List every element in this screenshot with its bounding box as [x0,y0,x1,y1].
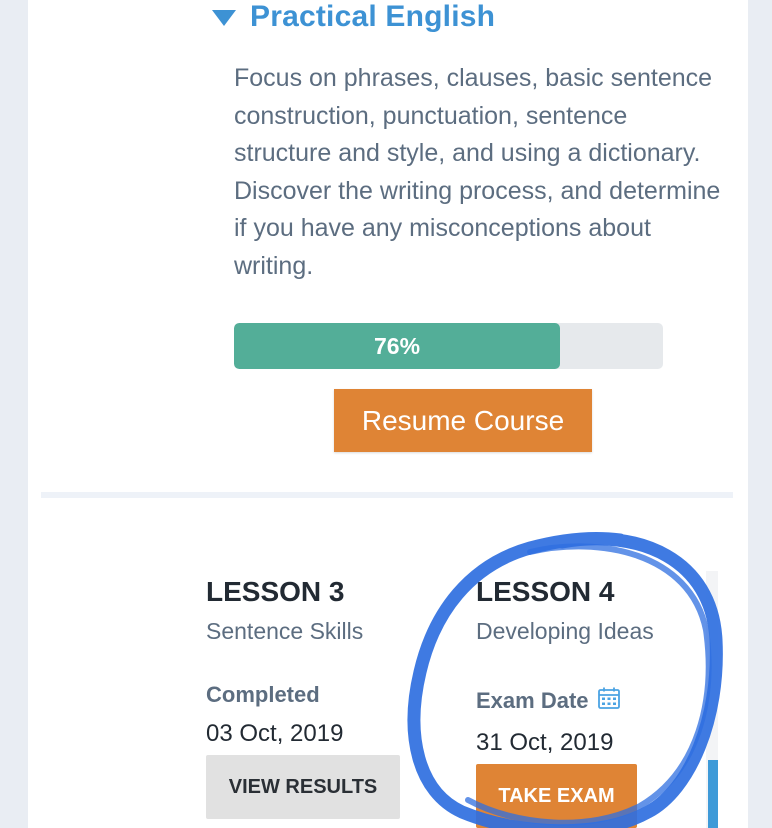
section-divider [41,492,733,498]
lesson-subtitle: Sentence Skills [206,618,364,644]
lesson-card-4: LESSON 4 Developing Ideas Exam Date 31 O… [476,572,654,756]
exam-date-row: Exam Date [476,686,621,716]
caret-down-icon[interactable] [212,10,236,26]
lesson-title: LESSON 3 [206,576,345,607]
completed-label: Completed [206,682,320,707]
course-card: Practical English Focus on phrases, clau… [28,0,748,828]
exam-date-label: Exam Date [476,688,589,713]
progress-fill: 76% [234,323,561,369]
next-lesson-card-accent [708,760,718,828]
view-results-button[interactable]: VIEW RESULTS [206,755,400,819]
lesson-card-3: LESSON 3 Sentence Skills Completed 03 Oc… [206,572,364,747]
exam-date-value: 31 Oct, 2019 [476,729,614,756]
take-exam-button[interactable]: TAKE EXAM [476,764,637,828]
resume-course-button[interactable]: Resume Course [334,389,592,452]
lesson-title: LESSON 4 [476,576,615,607]
course-title[interactable]: Practical English [250,0,495,34]
course-progress-bar: 76% [234,323,663,369]
course-description: Focus on phrases, clauses, basic sentenc… [234,64,721,280]
completed-date: 03 Oct, 2019 [206,720,344,747]
calendar-icon[interactable] [597,686,621,716]
course-header[interactable]: Practical English [212,0,495,34]
progress-label: 76% [373,332,421,359]
lesson-subtitle: Developing Ideas [476,618,654,644]
